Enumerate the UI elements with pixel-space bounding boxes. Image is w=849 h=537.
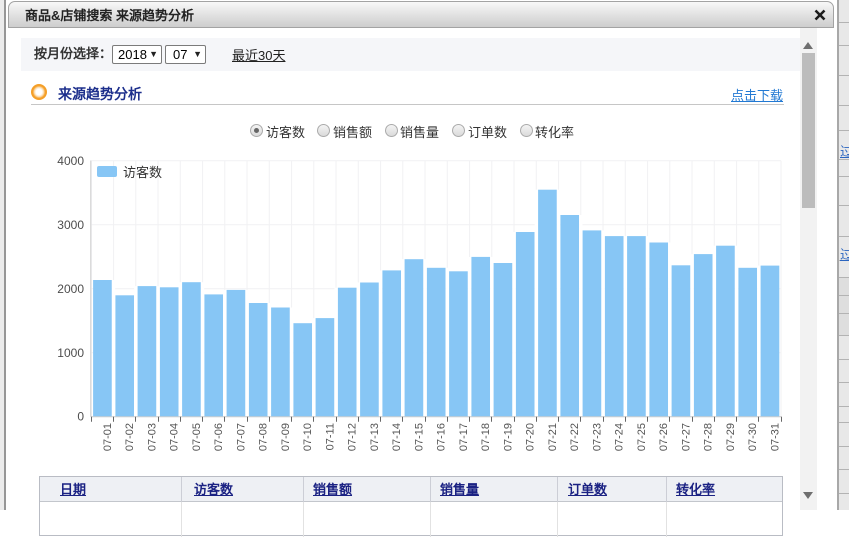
svg-text:07-01: 07-01 [102,423,114,451]
svg-text:07-12: 07-12 [347,423,359,451]
svg-text:07-10: 07-10 [302,423,314,451]
svg-text:07-29: 07-29 [725,423,737,451]
svg-text:访客数: 访客数 [123,165,162,180]
svg-text:07-07: 07-07 [235,423,247,451]
svg-text:07-31: 07-31 [769,423,781,451]
svg-text:07-13: 07-13 [369,423,381,451]
svg-text:07-11: 07-11 [324,423,336,450]
svg-text:07-06: 07-06 [213,423,225,451]
svg-text:07-27: 07-27 [680,423,692,451]
svg-text:07-19: 07-19 [502,423,514,451]
svg-text:0: 0 [77,410,84,424]
svg-text:07-21: 07-21 [547,423,559,451]
svg-text:2000: 2000 [57,282,84,296]
svg-text:07-24: 07-24 [614,423,626,451]
svg-text:07-04: 07-04 [169,423,181,451]
svg-text:07-18: 07-18 [480,423,492,451]
svg-text:07-28: 07-28 [703,423,715,451]
svg-text:07-09: 07-09 [280,423,292,451]
svg-text:07-08: 07-08 [258,423,270,451]
svg-text:07-22: 07-22 [569,423,581,451]
svg-text:07-05: 07-05 [191,423,203,451]
svg-text:07-14: 07-14 [391,423,403,451]
svg-text:4000: 4000 [57,154,84,168]
svg-text:1000: 1000 [57,346,84,360]
svg-text:07-03: 07-03 [146,423,158,451]
svg-text:07-30: 07-30 [747,423,759,451]
svg-text:07-23: 07-23 [591,423,603,451]
svg-text:07-26: 07-26 [658,423,670,451]
svg-text:07-16: 07-16 [436,423,448,451]
svg-text:07-15: 07-15 [413,423,425,451]
svg-text:07-02: 07-02 [124,423,136,451]
svg-text:07-25: 07-25 [636,423,648,451]
svg-text:07-17: 07-17 [458,423,470,451]
svg-text:07-20: 07-20 [525,423,537,451]
svg-text:3000: 3000 [57,218,84,232]
